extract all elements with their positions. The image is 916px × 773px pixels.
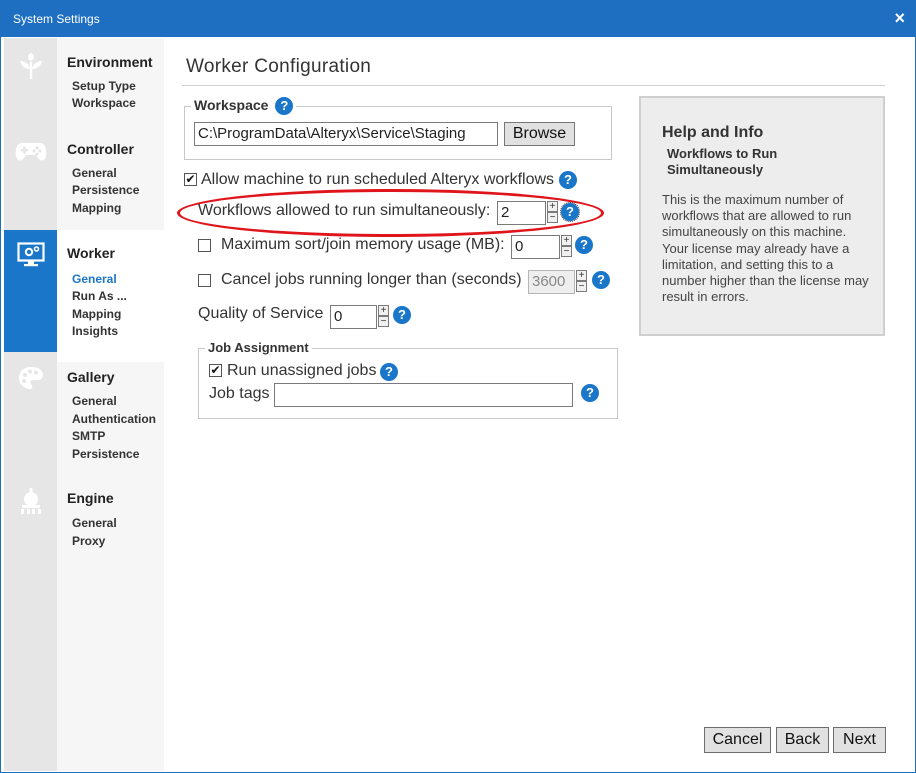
system-settings-window: System Settings × Environment Setup Type…: [0, 0, 916, 773]
nav-item-run-as[interactable]: Run As ...: [72, 289, 127, 303]
cancel-button[interactable]: Cancel: [704, 727, 771, 753]
settings-nav: Environment Setup Type Workspace Control…: [57, 38, 164, 771]
nav-item-general[interactable]: General: [72, 394, 117, 408]
close-icon[interactable]: ×: [894, 8, 905, 29]
help-icon[interactable]: ?: [560, 202, 580, 222]
nav-item-setup-type[interactable]: Setup Type: [72, 79, 136, 93]
rail-controller[interactable]: [4, 131, 57, 230]
stepper-down[interactable]: −: [378, 316, 389, 327]
nav-item-persistence[interactable]: Persistence: [72, 183, 139, 197]
nav-item-general-current[interactable]: General: [72, 272, 117, 286]
allow-machine-label: Allow machine to run scheduled Alteryx w…: [201, 171, 555, 188]
allow-machine-checkbox[interactable]: ✔: [184, 173, 197, 186]
icon-rail: [4, 38, 57, 771]
help-icon[interactable]: ?: [581, 384, 599, 402]
stepper-up[interactable]: +: [576, 270, 587, 281]
workspace-legend: Workspace ?: [191, 97, 297, 115]
job-tags-label: Job tags: [209, 385, 270, 402]
stepper-down[interactable]: −: [576, 281, 587, 292]
workspace-path-input[interactable]: C:\ProgramData\Alteryx\Service\Staging: [194, 122, 498, 146]
quality-of-service-label: Quality of Service: [198, 305, 324, 322]
back-button[interactable]: Back: [776, 727, 829, 753]
nav-item-general[interactable]: General: [72, 166, 117, 180]
nav-item-mapping[interactable]: Mapping: [72, 201, 121, 215]
help-icon[interactable]: ?: [380, 363, 398, 381]
nav-group-engine: Engine General Proxy: [57, 468, 164, 568]
max-sort-join-label: Maximum sort/join memory usage (MB):: [221, 236, 505, 253]
palette-icon: [18, 367, 43, 389]
max-sort-join-stepper[interactable]: + −: [561, 235, 572, 257]
engine-icon: [20, 488, 41, 514]
nav-item-general[interactable]: General: [72, 516, 117, 530]
quality-of-service-stepper[interactable]: + −: [378, 305, 389, 327]
stepper-down[interactable]: −: [547, 212, 558, 223]
nav-item-proxy[interactable]: Proxy: [72, 534, 105, 548]
nav-group-controller: Controller General Persistence Mapping: [57, 131, 164, 230]
nav-item-authentication[interactable]: Authentication: [72, 412, 156, 426]
help-heading: Help and Info: [662, 124, 764, 141]
workflows-simultaneous-stepper[interactable]: + −: [547, 201, 558, 223]
title-bar: System Settings ×: [1, 1, 915, 37]
help-subheading: Workflows to Run Simultaneously: [667, 146, 778, 177]
workflows-simultaneous-input[interactable]: 2: [497, 201, 546, 225]
nav-group-environment: Environment Setup Type Workspace: [57, 38, 164, 131]
help-icon[interactable]: ?: [592, 271, 610, 289]
rail-engine[interactable]: [4, 468, 57, 771]
help-info-panel: Help and Info Workflows to Run Simultane…: [639, 96, 885, 336]
main-panel: Worker Configuration Workspace ? C:\Prog…: [164, 38, 915, 771]
nav-group-title[interactable]: Worker: [67, 245, 115, 261]
title-divider: [182, 85, 885, 86]
cancel-jobs-label: Cancel jobs running longer than (seconds…: [221, 271, 522, 288]
max-sort-join-checkbox[interactable]: [198, 239, 211, 252]
cancel-jobs-input[interactable]: 3600: [528, 270, 575, 294]
rail-environment[interactable]: [4, 38, 57, 131]
browse-button[interactable]: Browse: [504, 122, 575, 146]
help-icon[interactable]: ?: [393, 306, 411, 324]
nav-item-smtp[interactable]: SMTP: [72, 429, 105, 443]
run-unassigned-checkbox[interactable]: ✔: [209, 364, 222, 377]
help-icon[interactable]: ?: [575, 236, 593, 254]
nav-group-title[interactable]: Engine: [67, 490, 114, 506]
help-body: This is the maximum number of workflows …: [662, 192, 869, 305]
cancel-jobs-stepper[interactable]: + −: [576, 270, 587, 292]
quality-of-service-input[interactable]: 0: [330, 305, 377, 329]
monitor-gear-icon: [16, 242, 45, 267]
help-icon[interactable]: ?: [275, 97, 294, 115]
help-icon[interactable]: ?: [559, 171, 577, 189]
nav-item-mapping[interactable]: Mapping: [72, 307, 121, 321]
stepper-up[interactable]: +: [561, 235, 572, 246]
max-sort-join-input[interactable]: 0: [511, 235, 560, 259]
cancel-jobs-checkbox[interactable]: [198, 274, 211, 287]
job-assignment-legend: Job Assignment: [205, 340, 312, 355]
nav-group-title[interactable]: Controller: [67, 141, 134, 157]
stepper-up[interactable]: +: [378, 305, 389, 316]
workspace-legend-text: Workspace: [194, 97, 269, 113]
nav-item-persistence[interactable]: Persistence: [72, 447, 139, 461]
nav-group-title[interactable]: Gallery: [67, 369, 114, 385]
run-unassigned-label: Run unassigned jobs: [227, 362, 377, 379]
page-title: Worker Configuration: [186, 56, 372, 77]
gamepad-icon: [15, 143, 46, 161]
nav-group-worker: Worker General Run As ... Mapping Insigh…: [57, 230, 164, 362]
rail-worker[interactable]: [4, 230, 57, 352]
workflows-simultaneous-label: Workflows allowed to run simultaneously:: [198, 202, 491, 219]
stepper-down[interactable]: −: [561, 246, 572, 257]
nav-group-gallery: Gallery General Authentication SMTP Pers…: [57, 362, 164, 468]
next-button[interactable]: Next: [833, 727, 886, 753]
leaf-icon: [19, 53, 42, 79]
job-tags-input[interactable]: [274, 383, 573, 407]
nav-group-title[interactable]: Environment: [67, 54, 153, 70]
nav-item-insights[interactable]: Insights: [72, 324, 118, 338]
stepper-up[interactable]: +: [547, 201, 558, 212]
rail-gallery[interactable]: [4, 352, 57, 468]
nav-item-workspace[interactable]: Workspace: [72, 96, 136, 110]
window-title: System Settings: [13, 12, 100, 26]
